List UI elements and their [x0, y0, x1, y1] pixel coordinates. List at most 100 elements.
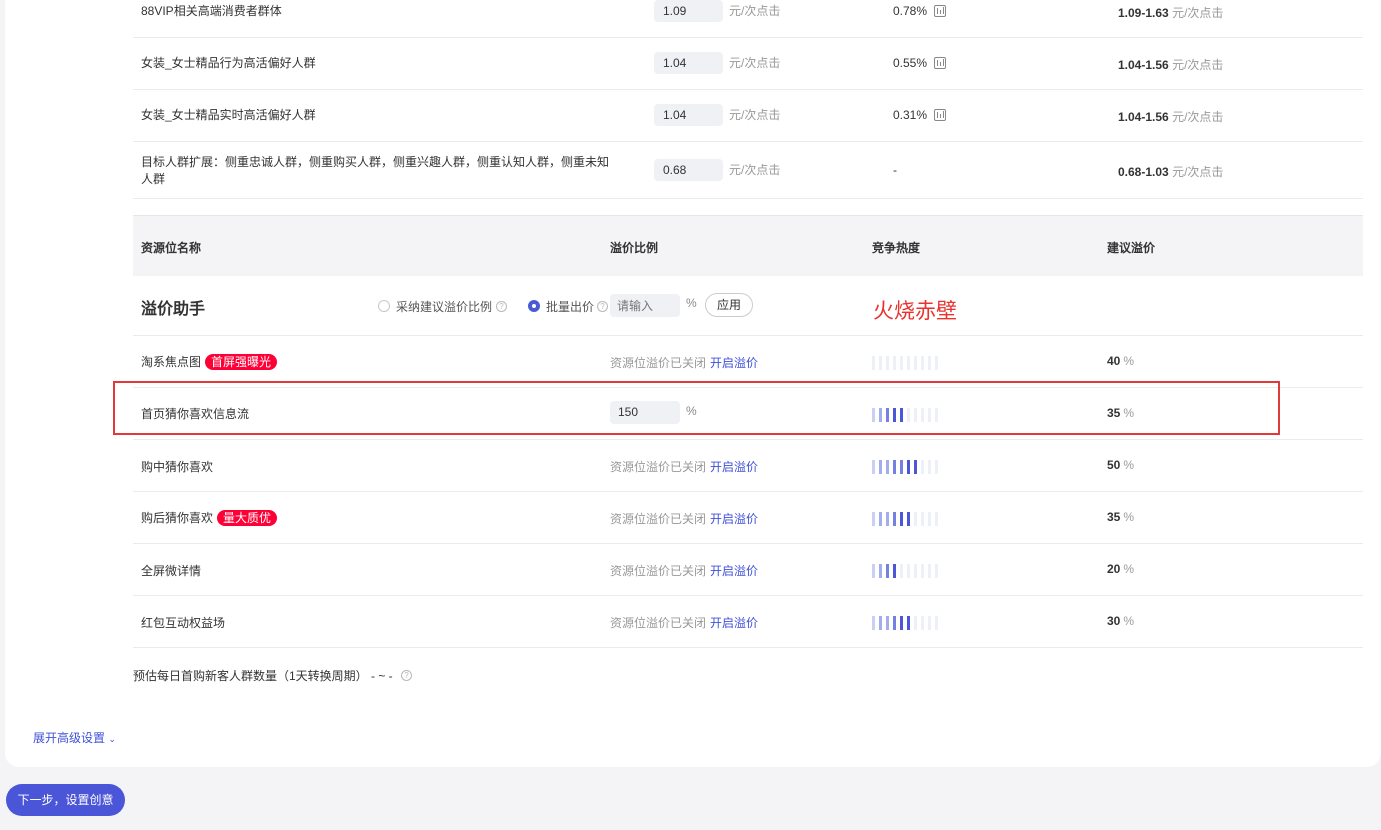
heat-segment: [900, 616, 903, 630]
heat-segment: [893, 564, 896, 578]
trend-chart-icon[interactable]: [934, 109, 946, 121]
heat-segment: [879, 356, 882, 370]
apply-button[interactable]: 应用: [705, 293, 753, 317]
audience-bid-input[interactable]: 1.04: [654, 52, 723, 74]
audience-bid-input[interactable]: 1.04: [654, 104, 723, 126]
header-suggested-premium: 建议溢价: [1107, 241, 1156, 255]
heat-segment: [872, 616, 875, 630]
heat-segment: [935, 460, 938, 474]
heat-segment: [907, 356, 910, 370]
heat-segment: [907, 564, 910, 578]
resource-name: 购后猜你喜欢: [141, 511, 214, 525]
promo-tag: 首屏强曝光: [205, 354, 278, 370]
batch-bid-radio[interactable]: [528, 300, 540, 312]
enable-premium-link[interactable]: 开启溢价: [710, 616, 758, 630]
heat-segment: [900, 460, 903, 474]
heat-segment: [921, 356, 924, 370]
help-icon[interactable]: ?: [496, 301, 507, 312]
help-icon[interactable]: ?: [597, 301, 608, 312]
heat-segment: [893, 460, 896, 474]
adopt-suggestion-radio[interactable]: [378, 300, 390, 312]
audience-name: 88VIP相关高端消费者群体: [141, 4, 282, 18]
chevron-down-icon: ⌄: [108, 734, 116, 744]
heat-segment: [879, 460, 882, 474]
trend-chart-icon[interactable]: [934, 57, 946, 69]
highlight-box: [113, 381, 1280, 435]
click-rate: 0.55%: [893, 56, 928, 70]
bid-unit: 元/次点击: [729, 108, 781, 122]
click-rate: 0.31%: [893, 108, 928, 122]
heat-segment: [879, 512, 882, 526]
premium-status: 资源位溢价已关闭 开启溢价: [610, 564, 759, 578]
enable-premium-link[interactable]: 开启溢价: [710, 460, 758, 474]
heat-segment: [893, 616, 896, 630]
heat-segment: [900, 512, 903, 526]
resource-table-header: 资源位名称 溢价比例 竞争热度 建议溢价: [133, 215, 1363, 276]
premium-status: 资源位溢价已关闭 开启溢价: [610, 512, 759, 526]
batch-bid-input[interactable]: [610, 294, 680, 317]
enable-premium-link[interactable]: 开启溢价: [710, 512, 758, 526]
adopt-suggestion-label[interactable]: 采纳建议溢价比例: [396, 298, 492, 315]
help-icon[interactable]: ?: [401, 670, 412, 681]
suggested-bid-range: 0.68-1.03 元/次点击: [1118, 165, 1224, 179]
heat-segment: [935, 356, 938, 370]
premium-status: 资源位溢价已关闭 开启溢价: [610, 616, 759, 630]
daily-new-customer-estimate: 预估每日首购新客人群数量（1天转换周期） - ~ -: [133, 669, 393, 683]
heat-segment: [886, 564, 889, 578]
enable-premium-link[interactable]: 开启溢价: [710, 356, 758, 370]
heat-segment: [872, 564, 875, 578]
heat-segment: [886, 460, 889, 474]
resource-name: 全屏微详情: [141, 564, 202, 578]
premium-status: 资源位溢价已关闭 开启溢价: [610, 460, 759, 474]
suggested-premium: 50%: [1107, 458, 1135, 472]
header-resource-name: 资源位名称: [141, 241, 202, 255]
header-premium-ratio: 溢价比例: [610, 241, 659, 255]
audience-name: 女装_女士精品实时高活偏好人群: [141, 108, 316, 122]
heat-segment: [886, 512, 889, 526]
suggested-premium: 35%: [1107, 510, 1135, 524]
heat-segment: [928, 616, 931, 630]
premium-assistant-title: 溢价助手: [141, 301, 206, 318]
heat-segment: [914, 616, 917, 630]
heat-segment: [928, 356, 931, 370]
premium-status: 资源位溢价已关闭 开启溢价: [610, 356, 759, 370]
suggested-bid-range: 1.04-1.56 元/次点击: [1118, 58, 1224, 72]
heat-segment: [935, 564, 938, 578]
batch-bid-label[interactable]: 批量出价: [546, 298, 594, 315]
expand-advanced-settings-link[interactable]: 展开高级设置 ⌄: [33, 729, 116, 746]
heat-segment: [914, 356, 917, 370]
heat-segment: [921, 616, 924, 630]
heat-segment: [900, 564, 903, 578]
suggested-premium: 40%: [1107, 354, 1135, 368]
heat-segment: [928, 460, 931, 474]
trend-chart-icon[interactable]: [934, 5, 946, 17]
heat-segment: [900, 356, 903, 370]
percent-unit: %: [686, 296, 697, 310]
audience-bid-input[interactable]: 0.68: [654, 159, 723, 181]
heat-segment: [907, 460, 910, 474]
heat-segment: [928, 512, 931, 526]
heat-segment: [872, 460, 875, 474]
resource-name: 淘系焦点图: [141, 355, 202, 369]
promo-tag: 量大质优: [217, 510, 278, 526]
heat-segment: [879, 564, 882, 578]
audience-name: 女装_女士精品行为高活偏好人群: [141, 56, 316, 70]
heat-segment: [921, 460, 924, 474]
audience-bid-input[interactable]: 1.09: [654, 0, 723, 22]
heat-segment: [935, 512, 938, 526]
suggested-premium: 20%: [1107, 562, 1135, 576]
bid-unit: 元/次点击: [729, 56, 781, 70]
click-rate: -: [893, 163, 897, 177]
heat-segment: [914, 460, 917, 474]
heat-segment: [879, 616, 882, 630]
resource-name: 红包互动权益场: [141, 616, 226, 630]
next-step-button[interactable]: 下一步，设置创意: [6, 784, 125, 816]
heat-segment: [914, 564, 917, 578]
heat-segment: [893, 356, 896, 370]
suggested-premium: 30%: [1107, 614, 1135, 628]
suggested-bid-range: 1.04-1.56 元/次点击: [1118, 110, 1224, 124]
enable-premium-link[interactable]: 开启溢价: [710, 564, 758, 578]
audience-name: 目标人群扩展：侧重忠诚人群，侧重购买人群，侧重兴趣人群，侧重认知人群，侧重未知人…: [141, 155, 610, 186]
heat-segment: [907, 512, 910, 526]
heat-segment: [872, 356, 875, 370]
